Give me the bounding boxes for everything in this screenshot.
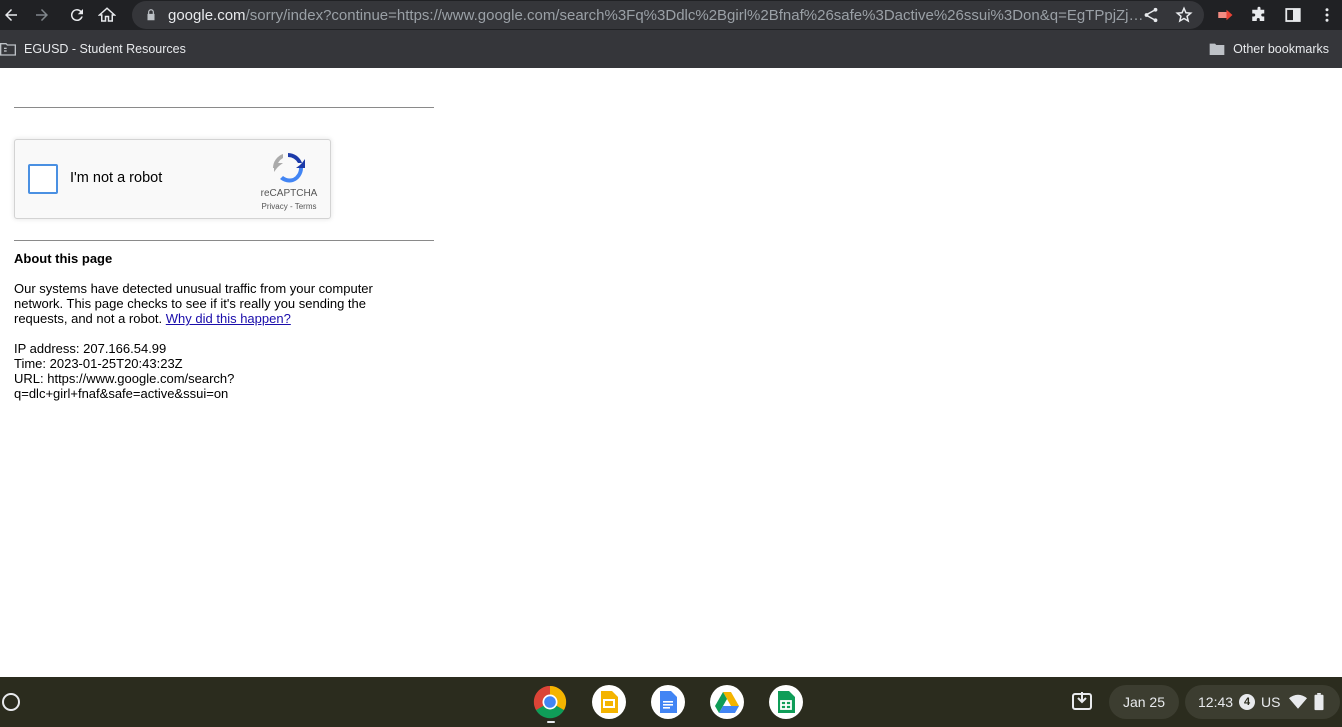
recaptcha-links[interactable]: Privacy - Terms [245, 202, 333, 211]
drive-app[interactable] [710, 685, 744, 719]
launcher-button[interactable] [2, 693, 20, 711]
drive-icon [715, 692, 739, 713]
chromeos-shelf: Jan 25 12:43 4 US [0, 677, 1342, 727]
url-host: google.com [168, 6, 246, 24]
about-text: Our systems have detected unusual traffi… [14, 281, 414, 326]
side-panel-button[interactable] [1276, 1, 1310, 29]
divider-bottom [14, 240, 434, 241]
battery-icon [1314, 693, 1323, 711]
request-url-1: URL: https://www.google.com/search? [14, 371, 235, 386]
side-panel-icon [1285, 8, 1301, 22]
url-path: /sorry/index?continue=https://www.google… [245, 6, 1144, 24]
ip-address: IP address: 207.166.54.99 [14, 341, 167, 356]
arrow-left-icon [5, 9, 17, 21]
why-link[interactable]: Why did this happen? [166, 311, 291, 326]
extension-button[interactable] [1208, 1, 1242, 29]
bookmarks-bar: EGUSD - Student Resources Other bookmark… [0, 30, 1342, 68]
forward-button[interactable] [22, 1, 62, 29]
browser-toolbar: google.com/sorry/index?continue=https://… [0, 0, 1342, 30]
home-button[interactable] [92, 1, 122, 29]
request-details: IP address: 207.166.54.99 Time: 2023-01-… [14, 341, 234, 401]
reload-button[interactable] [62, 1, 92, 29]
status-tray[interactable]: 12:43 4 US [1185, 685, 1340, 719]
extension-arrow-icon [1218, 9, 1233, 21]
holding-space-icon[interactable] [1070, 689, 1094, 713]
divider-top [14, 107, 434, 108]
folder-icon [0, 43, 16, 56]
bookmark-egusd[interactable]: EGUSD - Student Resources [0, 42, 186, 56]
slides-icon [601, 691, 618, 713]
lock-icon [147, 9, 155, 21]
chrome-app[interactable] [533, 685, 567, 719]
sheets-app[interactable] [769, 685, 803, 719]
ime-label: US [1261, 694, 1281, 710]
extensions-area [1208, 0, 1342, 30]
kebab-menu-icon [1325, 8, 1329, 22]
url-text: google.com/sorry/index?continue=https://… [168, 7, 1144, 24]
home-icon [98, 7, 116, 22]
notification-badge: 4 [1239, 694, 1256, 710]
request-time: Time: 2023-01-25T20:43:23Z [14, 356, 183, 371]
puzzle-icon [1252, 6, 1265, 21]
recaptcha-checkbox[interactable] [28, 164, 58, 194]
address-bar[interactable]: google.com/sorry/index?continue=https://… [132, 1, 1204, 29]
reload-icon [70, 9, 83, 22]
share-icon[interactable] [1142, 6, 1160, 24]
other-bookmarks[interactable]: Other bookmarks [1209, 42, 1329, 56]
other-bookmarks-label: Other bookmarks [1233, 42, 1329, 56]
folder-icon [1209, 43, 1225, 55]
docs-app[interactable] [651, 685, 685, 719]
extensions-button[interactable] [1242, 1, 1276, 29]
about-title: About this page [14, 251, 113, 266]
request-url-2: q=dlc+girl+fnaf&safe=active&ssui=on [14, 386, 229, 401]
recaptcha-brand: reCAPTCHA [260, 188, 318, 199]
time-label: 12:43 [1198, 694, 1234, 710]
date-label: Jan 25 [1122, 694, 1166, 710]
sheets-icon [778, 691, 795, 713]
slides-app[interactable] [592, 685, 626, 719]
recaptcha-label: I'm not a robot [70, 170, 163, 186]
menu-button[interactable] [1310, 1, 1342, 29]
recaptcha-widget: I'm not a robot reCAPTCHA Privacy - Term… [14, 139, 331, 219]
bookmark-star-icon[interactable] [1175, 6, 1193, 24]
arrow-right-icon [36, 9, 48, 21]
sorry-page: I'm not a robot reCAPTCHA Privacy - Term… [0, 68, 1342, 677]
docs-icon [660, 691, 677, 713]
wifi-icon [1288, 694, 1307, 709]
chrome-icon [533, 685, 567, 719]
active-app-indicator [547, 721, 555, 723]
date-tray[interactable]: Jan 25 [1109, 685, 1179, 719]
back-button[interactable] [0, 1, 22, 29]
bookmark-egusd-label: EGUSD - Student Resources [24, 42, 186, 56]
recaptcha-logo-icon [273, 153, 305, 183]
